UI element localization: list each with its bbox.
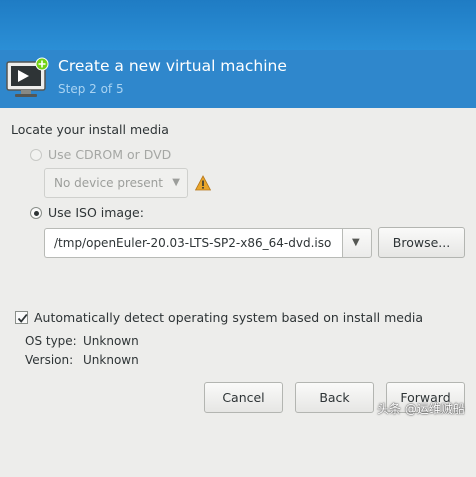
wizard-title: Create a new virtual machine (58, 57, 287, 75)
chevron-down-icon: ▼ (172, 177, 180, 188)
version-value: Unknown (83, 353, 139, 367)
warning-icon (195, 175, 211, 191)
iso-radio[interactable] (30, 207, 42, 219)
auto-detect-checkbox[interactable] (15, 311, 28, 324)
window-top-bar (0, 0, 476, 50)
chevron-down-icon: ▼ (352, 237, 360, 248)
wizard-header: Create a new virtual machine Step 2 of 5 (0, 50, 476, 108)
back-button[interactable]: Back (295, 382, 374, 413)
iso-path-value: /tmp/openEuler-20.03-LTS-SP2-x86_64-dvd.… (54, 236, 332, 250)
browse-button[interactable]: Browse... (378, 227, 465, 258)
iso-option-label: Use ISO image: (48, 205, 144, 220)
cdrom-radio[interactable] (30, 149, 42, 161)
device-combo-value: No device present (54, 176, 163, 190)
checkmark-icon (17, 313, 28, 323)
device-combo[interactable]: No device present ▼ (44, 168, 188, 198)
version-label: Version: (25, 353, 74, 367)
cdrom-option-label: Use CDROM or DVD (48, 147, 172, 162)
os-type-label: OS type: (25, 334, 77, 348)
wizard-content: Locate your install media Use CDROM or D… (0, 108, 476, 477)
wizard-step-indicator: Step 2 of 5 (58, 82, 124, 96)
auto-detect-label: Automatically detect operating system ba… (34, 310, 424, 325)
os-type-value: Unknown (83, 334, 139, 348)
iso-path-input[interactable]: /tmp/openEuler-20.03-LTS-SP2-x86_64-dvd.… (44, 228, 342, 258)
iso-history-dropdown-button[interactable]: ▼ (342, 228, 372, 258)
watermark-text: 头条 @运维贼船 (377, 402, 465, 416)
cancel-button[interactable]: Cancel (204, 382, 283, 413)
virtual-machine-monitor-icon (6, 57, 49, 97)
install-media-section-label: Locate your install media (11, 122, 169, 137)
